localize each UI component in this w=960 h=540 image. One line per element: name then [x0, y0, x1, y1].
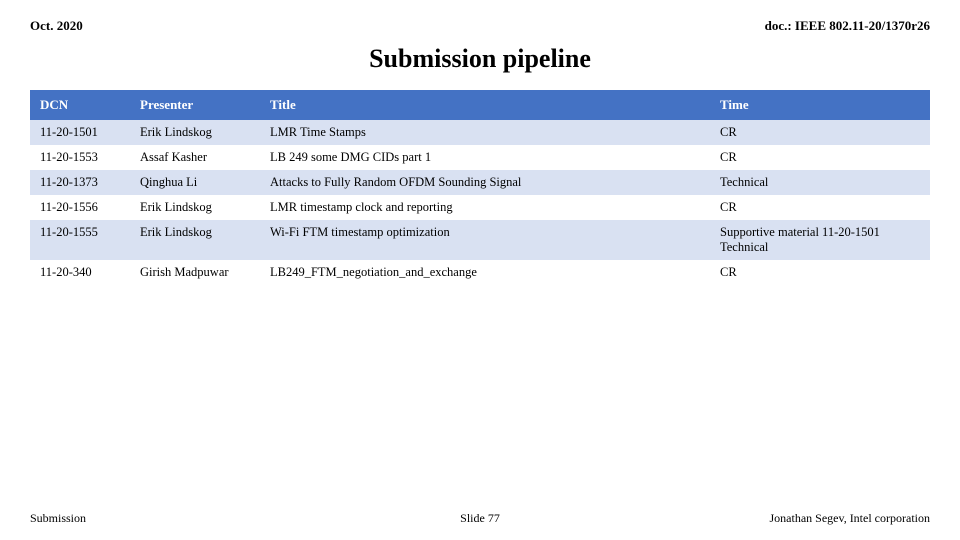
cell-dcn: 11-20-1501	[30, 120, 130, 145]
cell-presenter: Assaf Kasher	[130, 145, 260, 170]
table-row: 11-20-340Girish MadpuwarLB249_FTM_negoti…	[30, 260, 930, 285]
cell-title: LMR Time Stamps	[260, 120, 710, 145]
col-header-time: Time	[710, 90, 930, 120]
cell-presenter: Erik Lindskog	[130, 195, 260, 220]
footer-left: Submission	[30, 511, 330, 526]
cell-dcn: 11-20-1373	[30, 170, 130, 195]
cell-presenter: Erik Lindskog	[130, 220, 260, 260]
cell-time: CR	[710, 145, 930, 170]
cell-time: CR	[710, 120, 930, 145]
table-row: 11-20-1501Erik LindskogLMR Time StampsCR	[30, 120, 930, 145]
cell-presenter: Qinghua Li	[130, 170, 260, 195]
table-row: 11-20-1373Qinghua LiAttacks to Fully Ran…	[30, 170, 930, 195]
footer-right: Jonathan Segev, Intel corporation	[630, 511, 930, 526]
footer: Submission Slide 77 Jonathan Segev, Inte…	[30, 503, 930, 526]
cell-title: Wi-Fi FTM timestamp optimization	[260, 220, 710, 260]
date-label: Oct. 2020	[30, 18, 83, 34]
cell-presenter: Erik Lindskog	[130, 120, 260, 145]
cell-time: CR	[710, 195, 930, 220]
cell-dcn: 11-20-1555	[30, 220, 130, 260]
col-header-title: Title	[260, 90, 710, 120]
cell-presenter: Girish Madpuwar	[130, 260, 260, 285]
cell-dcn: 11-20-1553	[30, 145, 130, 170]
cell-title: LMR timestamp clock and reporting	[260, 195, 710, 220]
cell-time: Technical	[710, 170, 930, 195]
col-header-presenter: Presenter	[130, 90, 260, 120]
doc-label: doc.: IEEE 802.11-20/1370r26	[765, 18, 930, 34]
cell-time: Supportive material 11-20-1501Technical	[710, 220, 930, 260]
table-row: 11-20-1556Erik LindskogLMR timestamp clo…	[30, 195, 930, 220]
cell-dcn: 11-20-340	[30, 260, 130, 285]
footer-center: Slide 77	[330, 511, 630, 526]
table-header-row: DCN Presenter Title Time	[30, 90, 930, 120]
cell-title: LB 249 some DMG CIDs part 1	[260, 145, 710, 170]
cell-title: LB249_FTM_negotiation_and_exchange	[260, 260, 710, 285]
submission-table: DCN Presenter Title Time 11-20-1501Erik …	[30, 90, 930, 285]
cell-dcn: 11-20-1556	[30, 195, 130, 220]
cell-time: CR	[710, 260, 930, 285]
page: Oct. 2020 doc.: IEEE 802.11-20/1370r26 S…	[0, 0, 960, 540]
col-header-dcn: DCN	[30, 90, 130, 120]
top-bar: Oct. 2020 doc.: IEEE 802.11-20/1370r26	[30, 18, 930, 34]
page-title: Submission pipeline	[30, 44, 930, 74]
cell-title: Attacks to Fully Random OFDM Sounding Si…	[260, 170, 710, 195]
table-row: 11-20-1555Erik LindskogWi-Fi FTM timesta…	[30, 220, 930, 260]
table-row: 11-20-1553Assaf KasherLB 249 some DMG CI…	[30, 145, 930, 170]
